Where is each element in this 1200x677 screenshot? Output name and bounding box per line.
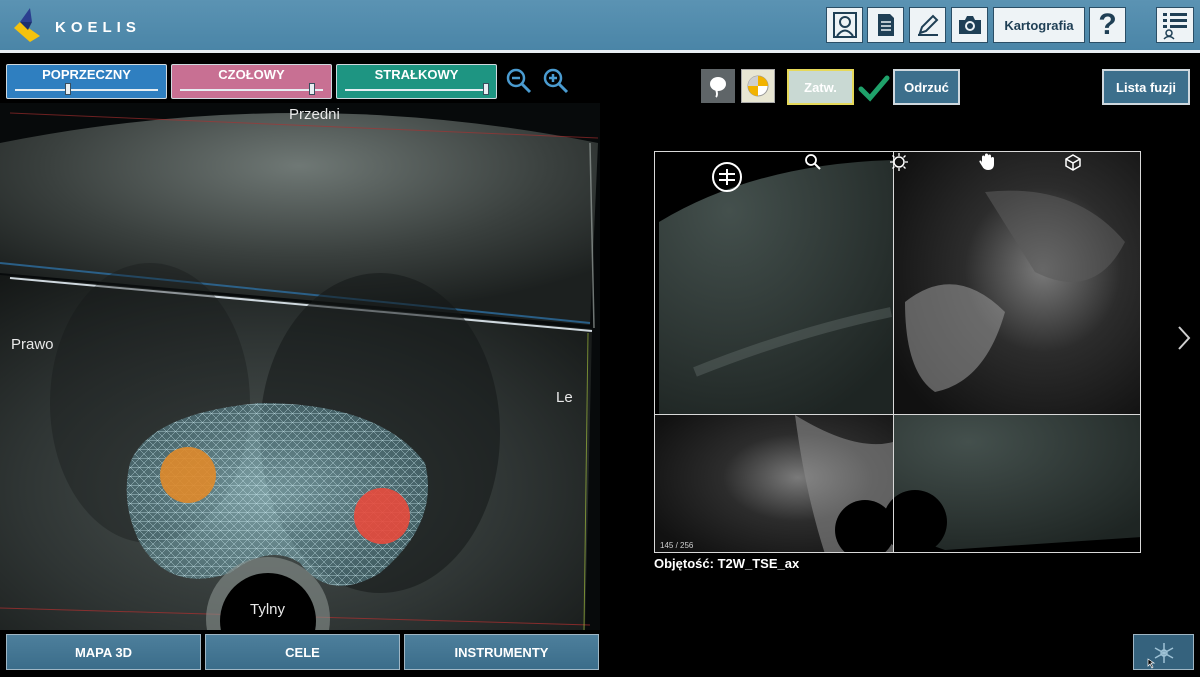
label-left: Le <box>556 389 573 406</box>
align-icon[interactable] <box>711 161 743 193</box>
instrumenty-button[interactable]: INSTRUMENTY <box>404 634 599 670</box>
header-divider <box>0 50 1200 53</box>
fusion-image <box>655 152 1140 552</box>
ultrasound-3d-view[interactable]: Przedni Prawo Le Tylny <box>0 103 600 630</box>
target-red[interactable] <box>354 488 410 544</box>
kartografia-label: Kartografia <box>1004 17 1074 33</box>
annotate-button[interactable] <box>909 7 946 43</box>
freeze-button[interactable] <box>1133 634 1194 670</box>
instrumenty-label: INSTRUMENTY <box>454 644 549 660</box>
view-czolowy-label: CZOŁOWY <box>218 67 285 82</box>
ultrasound-3d-image <box>0 112 599 630</box>
patient-icon <box>832 12 857 38</box>
report-icon <box>877 14 894 36</box>
poprzeczny-slider-track[interactable] <box>15 89 158 91</box>
camera-icon <box>958 16 981 34</box>
strzalkowy-slider-track[interactable] <box>345 89 488 91</box>
screenshot-button[interactable] <box>951 7 988 43</box>
koelis-logo: KOELIS <box>10 6 150 44</box>
label-posterior: Tylny <box>250 601 286 618</box>
report-button[interactable] <box>867 7 904 43</box>
organ-tool-button[interactable] <box>701 69 735 103</box>
view-poprzeczny-label: POPRZECZNY <box>42 67 131 82</box>
view-poprzeczny-button[interactable]: POPRZECZNY <box>6 64 167 99</box>
patient-button[interactable] <box>826 7 863 43</box>
slice-counter: 145 / 256 <box>660 541 694 550</box>
kartografia-button[interactable]: Kartografia <box>993 7 1085 43</box>
label-right: Prawo <box>11 336 54 353</box>
strzalkowy-slider-knob[interactable] <box>483 83 489 95</box>
fusion-list-button[interactable]: Lista fuzji <box>1102 69 1190 105</box>
reject-button[interactable]: Odrzuć <box>893 69 960 105</box>
czolowy-slider-track[interactable] <box>180 89 323 91</box>
brightness-icon[interactable] <box>889 152 909 172</box>
help-icon: ? <box>1098 8 1117 41</box>
fusion-mode-icon <box>747 75 769 97</box>
zoom-out-icon[interactable] <box>506 68 532 94</box>
help-button[interactable]: ? <box>1089 7 1126 43</box>
zoom-in-icon[interactable] <box>543 68 569 94</box>
fusion-mode-button[interactable] <box>741 69 775 103</box>
search-icon[interactable] <box>803 152 823 172</box>
confirm-button[interactable]: Zatw. <box>787 69 854 105</box>
target-orange[interactable] <box>160 447 216 503</box>
mapa-3d-button[interactable]: MAPA 3D <box>6 634 201 670</box>
reject-label: Odrzuć <box>904 79 949 95</box>
cele-button[interactable]: CELE <box>205 634 400 670</box>
app-header: KOELIS Kartografia ? <box>0 0 1200 50</box>
view-strzalkowy-label: STRAŁKOWY <box>374 67 459 82</box>
czolowy-slider-knob[interactable] <box>309 83 315 95</box>
volume-label: Objętość: T2W_TSE_ax <box>654 556 800 571</box>
view-czolowy-button[interactable]: CZOŁOWY <box>171 64 332 99</box>
poprzeczny-slider-knob[interactable] <box>65 83 71 95</box>
prostate-icon <box>710 77 726 98</box>
check-icon <box>858 75 890 102</box>
pencil-icon <box>917 14 938 36</box>
fusion-checkerboard-view[interactable]: 145 / 256 <box>654 151 1141 553</box>
view-strzalkowy-button[interactable]: STRAŁKOWY <box>336 64 497 99</box>
label-anterior: Przedni <box>289 106 340 123</box>
mapa-3d-label: MAPA 3D <box>74 644 133 660</box>
chevron-right-icon[interactable] <box>1174 324 1194 352</box>
rotate-3d-icon[interactable] <box>1063 152 1083 172</box>
user-menu-button[interactable] <box>1156 7 1194 43</box>
list-user-icon <box>1163 13 1187 40</box>
hand-icon[interactable] <box>977 152 997 172</box>
logo-text: KOELIS <box>55 19 141 36</box>
cele-label: CELE <box>285 644 320 660</box>
snowflake-icon <box>1147 643 1174 669</box>
fusion-list-label: Lista fuzji <box>1116 79 1176 95</box>
confirm-label: Zatw. <box>804 79 837 95</box>
